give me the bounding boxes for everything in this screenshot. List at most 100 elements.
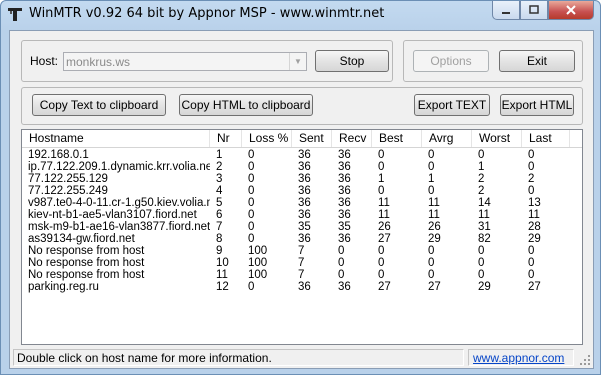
cell-avrg: 11 bbox=[428, 209, 440, 221]
cell-sent: 7 bbox=[298, 269, 305, 281]
column-header-recv[interactable]: Recv bbox=[332, 130, 372, 147]
cell-recv: 36 bbox=[338, 173, 351, 185]
options-button[interactable]: Options bbox=[413, 50, 489, 72]
cell-worst: 82 bbox=[478, 233, 491, 245]
host-combobox-value: monkrus.ws bbox=[66, 55, 131, 69]
column-header-avrg[interactable]: Avrg bbox=[422, 130, 472, 147]
export-text-button[interactable]: Export TEXT bbox=[414, 94, 490, 116]
cell-recv: 0 bbox=[338, 257, 345, 269]
winmtr-app-icon bbox=[8, 8, 22, 21]
cell-hostname: kiev-nt-b1-ae5-vlan3107.fiord.net bbox=[28, 209, 197, 221]
cell-hostname: 77.122.255.249 bbox=[28, 185, 108, 197]
copy-text-button[interactable]: Copy Text to clipboard bbox=[32, 94, 166, 116]
cell-loss: 100 bbox=[248, 257, 268, 269]
table-row[interactable]: v987.te0-4-0-11.cr-1.g50.kiev.volia.net 5… bbox=[22, 197, 582, 209]
cell-loss: 0 bbox=[248, 149, 255, 161]
cell-recv: 36 bbox=[338, 149, 351, 161]
cell-recv: 36 bbox=[338, 185, 351, 197]
table-row[interactable]: 77.122.255.129 3 0 36 36 1 1 2 2 bbox=[22, 173, 582, 185]
cell-hostname: 192.168.0.1 bbox=[28, 149, 89, 161]
cell-loss: 0 bbox=[248, 185, 255, 197]
close-icon[interactable] bbox=[548, 1, 594, 20]
table-row[interactable]: No response from host 9 100 7 0 0 0 0 0 bbox=[22, 245, 582, 257]
cell-sent: 36 bbox=[298, 149, 311, 161]
table-row[interactable]: msk-m9-b1-ae16-vlan3877.fiord.net 7 0 35 35 2… bbox=[22, 221, 582, 233]
table-row[interactable]: ip.77.122.209.1.dynamic.krr.volia.net 2 0 3… bbox=[22, 161, 582, 173]
appnor-link[interactable]: www.appnor.com bbox=[473, 351, 564, 365]
cell-avrg: 0 bbox=[428, 245, 435, 257]
cell-recv: 36 bbox=[338, 197, 351, 209]
cell-loss: 0 bbox=[248, 233, 255, 245]
cell-avrg: 27 bbox=[428, 281, 441, 293]
cell-recv: 0 bbox=[338, 245, 345, 257]
cell-best: 27 bbox=[378, 233, 391, 245]
cell-avrg: 0 bbox=[428, 185, 435, 197]
resize-grip-icon[interactable] bbox=[579, 354, 591, 366]
cell-recv: 36 bbox=[338, 281, 351, 293]
cell-recv: 35 bbox=[338, 221, 351, 233]
cell-sent: 36 bbox=[298, 233, 311, 245]
column-header-sent[interactable]: Sent bbox=[292, 130, 332, 147]
caption-buttons bbox=[492, 1, 594, 21]
cell-best: 0 bbox=[378, 257, 385, 269]
table-row[interactable]: kiev-nt-b1-ae5-vlan3107.fiord.net 6 0 36 36 1… bbox=[22, 209, 582, 221]
cell-avrg: 1 bbox=[428, 173, 435, 185]
options-exit-group: Options Exit bbox=[403, 40, 583, 82]
chevron-down-icon[interactable]: ▼ bbox=[289, 53, 306, 70]
cell-loss: 0 bbox=[248, 197, 255, 209]
exit-button[interactable]: Exit bbox=[499, 50, 575, 72]
cell-best: 0 bbox=[378, 185, 385, 197]
cell-worst: 1 bbox=[478, 161, 485, 173]
table-row[interactable]: No response from host 10 100 7 0 0 0 0 0 bbox=[22, 257, 582, 269]
table-row[interactable]: 77.122.255.249 4 0 36 36 0 0 2 0 bbox=[22, 185, 582, 197]
table-row[interactable]: parking.reg.ru 12 0 36 36 27 27 29 27 bbox=[22, 281, 582, 293]
cell-loss: 100 bbox=[248, 269, 268, 281]
cell-last: 0 bbox=[528, 149, 535, 161]
cell-recv: 36 bbox=[338, 161, 351, 173]
cell-best: 26 bbox=[378, 221, 391, 233]
title-bar[interactable]: WinMTR v0.92 64 bit by Appnor MSP - www.… bbox=[1, 1, 600, 29]
cell-recv: 0 bbox=[338, 269, 345, 281]
column-header-nr[interactable]: Nr bbox=[210, 130, 242, 147]
cell-last: 0 bbox=[528, 245, 535, 257]
cell-sent: 7 bbox=[298, 245, 305, 257]
export-html-button[interactable]: Export HTML bbox=[500, 94, 574, 116]
cell-worst: 2 bbox=[478, 173, 485, 185]
maximize-icon[interactable] bbox=[520, 1, 548, 20]
minimize-icon[interactable] bbox=[492, 1, 520, 20]
cell-best: 0 bbox=[378, 161, 385, 173]
cell-last: 0 bbox=[528, 161, 535, 173]
cell-avrg: 29 bbox=[428, 233, 441, 245]
column-header-worst[interactable]: Worst bbox=[472, 130, 522, 147]
table-row[interactable]: as39134-gw.fiord.net 8 0 36 36 27 29 82 29 bbox=[22, 233, 582, 245]
status-link-pane: www.appnor.com bbox=[468, 349, 574, 366]
column-header-loss[interactable]: Loss % bbox=[242, 130, 292, 147]
results-listview[interactable]: Hostname Nr Loss % Sent Recv Best Avrg W… bbox=[21, 129, 583, 345]
cell-nr: 1 bbox=[216, 149, 223, 161]
cell-nr: 5 bbox=[216, 197, 223, 209]
column-header-last[interactable]: Last bbox=[522, 130, 570, 147]
cell-loss: 0 bbox=[248, 221, 255, 233]
cell-hostname: No response from host bbox=[28, 245, 145, 257]
cell-best: 11 bbox=[378, 209, 390, 221]
stop-button[interactable]: Stop bbox=[315, 50, 389, 72]
cell-sent: 36 bbox=[298, 161, 311, 173]
cell-last: 0 bbox=[528, 257, 535, 269]
cell-worst: 0 bbox=[478, 257, 485, 269]
cell-best: 27 bbox=[378, 281, 391, 293]
table-row[interactable]: 192.168.0.1 1 0 36 36 0 0 0 0 bbox=[22, 149, 582, 161]
cell-last: 28 bbox=[528, 221, 541, 233]
cell-sent: 36 bbox=[298, 209, 311, 221]
column-header-best[interactable]: Best bbox=[372, 130, 422, 147]
cell-worst: 2 bbox=[478, 185, 485, 197]
cell-loss: 0 bbox=[248, 281, 255, 293]
status-bar: Double click on host name for more infor… bbox=[10, 347, 593, 368]
host-combobox[interactable]: monkrus.ws ▼ bbox=[63, 52, 307, 71]
table-row[interactable]: No response from host 11 100 7 0 0 0 0 0 bbox=[22, 269, 582, 281]
cell-sent: 7 bbox=[298, 257, 305, 269]
cell-avrg: 26 bbox=[428, 221, 441, 233]
copy-html-button[interactable]: Copy HTML to clipboard bbox=[179, 94, 313, 116]
column-header-hostname[interactable]: Hostname bbox=[22, 130, 210, 147]
listview-header: Hostname Nr Loss % Sent Recv Best Avrg W… bbox=[22, 130, 582, 148]
cell-best: 1 bbox=[378, 173, 385, 185]
